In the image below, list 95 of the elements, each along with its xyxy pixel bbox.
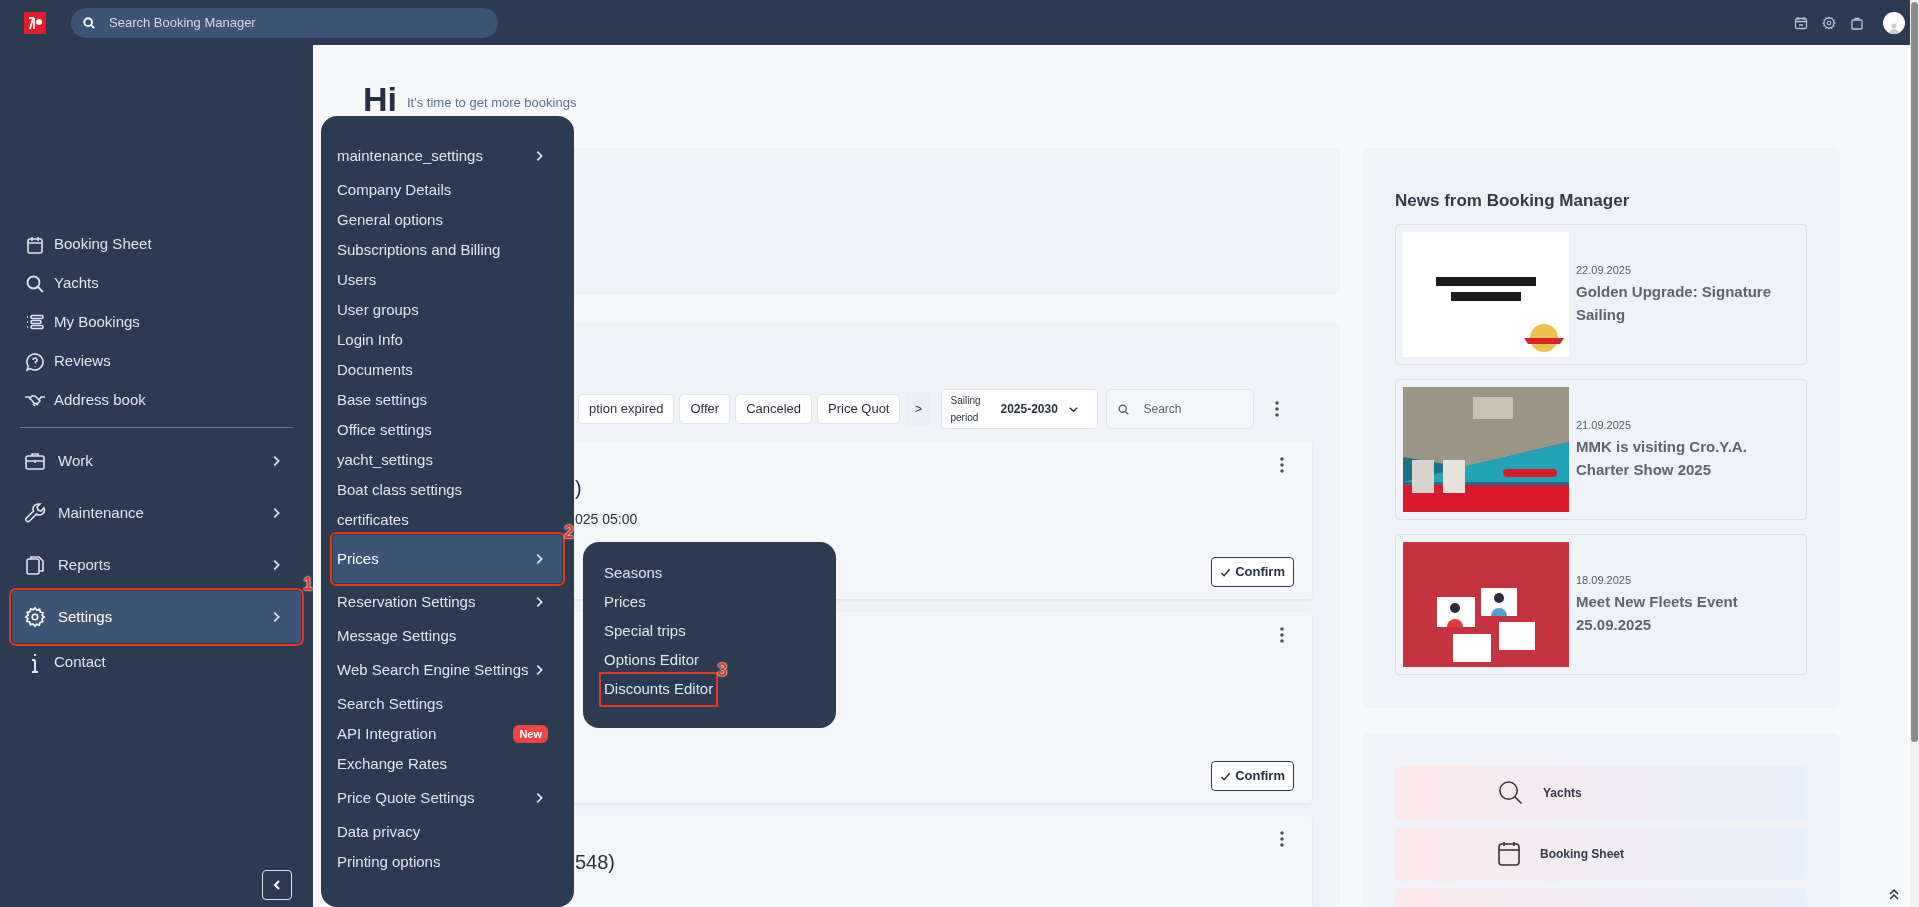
menu-item[interactable]: Office settings — [333, 415, 436, 445]
chat-question-icon — [25, 351, 45, 372]
more-options-icon[interactable] — [1280, 457, 1284, 473]
menu-item[interactable]: Printing options — [333, 847, 445, 877]
menu-item[interactable]: Message Settings — [333, 621, 461, 651]
scroll-to-top-icon[interactable] — [1888, 888, 1900, 900]
sailing-period-dropdown[interactable]: Sailing period 2025-2030 — [941, 389, 1099, 429]
search-icon — [1118, 404, 1130, 415]
booking-date: 025 05:00 — [575, 510, 638, 529]
check-icon — [1220, 770, 1232, 782]
sidebar-item[interactable]: Work — [12, 435, 301, 487]
news-headline: Golden Upgrade: Signature Sailing — [1576, 282, 1772, 326]
quick-link[interactable]: Yachts — [1395, 766, 1807, 820]
menu-item[interactable]: Subscriptions and Billing — [333, 235, 505, 265]
search-icon — [25, 273, 45, 294]
sidebar-item[interactable]: Yachts — [12, 264, 301, 303]
sidebar-item[interactable]: Booking Sheet — [12, 225, 301, 264]
sidebar-item[interactable]: Settings — [12, 591, 301, 643]
news-title: News from Booking Manager — [1395, 190, 1630, 212]
search-icon — [83, 16, 95, 29]
menu-item[interactable]: yacht_settings — [333, 445, 437, 475]
news-headline: MMK is visiting Cro.Y.A. Charter Show 2025 — [1576, 437, 1748, 481]
annotation-number: 3 — [717, 661, 728, 679]
filter-chip[interactable]: Offer — [679, 394, 731, 424]
booking-title: ) — [575, 476, 582, 501]
menu-item[interactable]: API Integration New — [333, 719, 562, 749]
shopping-bag-icon[interactable] — [1850, 15, 1864, 30]
search-field[interactable]: Search Booking Manager — [71, 7, 498, 38]
news-item[interactable]: 21.09.2025 MMK is visiting Cro.Y.A. Charter Show 2025 — [1395, 378, 1807, 520]
filter-chip[interactable]: Canceled — [735, 394, 813, 424]
submenu-item[interactable]: Special trips — [602, 617, 688, 646]
calendar-icon — [1498, 841, 1520, 867]
settings-icon[interactable] — [1822, 15, 1836, 30]
submenu-item[interactable]: Discounts Editor — [602, 675, 716, 704]
menu-item[interactable]: certificates — [333, 505, 413, 535]
briefcase-icon — [24, 451, 46, 471]
sidebar-item[interactable]: Address book — [12, 381, 301, 420]
calendar-icon[interactable] — [1794, 15, 1808, 30]
menu-item[interactable]: User groups — [333, 295, 423, 325]
sidebar-item[interactable]: Maintenance — [12, 487, 301, 539]
menu-item[interactable]: Documents — [333, 355, 417, 385]
info-icon — [29, 651, 41, 674]
menu-item[interactable]: General options — [333, 205, 447, 235]
check-icon — [1220, 566, 1232, 578]
avatar[interactable] — [1883, 11, 1905, 34]
menu-item[interactable]: Prices — [333, 535, 562, 583]
menu-item[interactable]: Users — [333, 265, 381, 295]
more-options-icon[interactable] — [1280, 831, 1284, 847]
calendar-icon — [25, 234, 45, 255]
annotation-number: 2 — [564, 523, 574, 541]
sidebar-item[interactable]: Reviews — [12, 342, 301, 381]
news-item[interactable]: 22.09.2025 Golden Upgrade: Signature Sailing — [1395, 223, 1807, 365]
confirm-button[interactable]: Confirm — [1211, 761, 1294, 791]
more-options-icon[interactable] — [1275, 401, 1280, 417]
sidebar-item[interactable]: My Bookings — [12, 303, 301, 342]
menu-item[interactable]: Boat class settings — [333, 475, 467, 505]
filter-chip[interactable]: Price Quot — [817, 394, 901, 424]
menu-item[interactable]: Exchange Rates — [333, 749, 452, 779]
greeting-subtitle: It's time to get more bookings — [407, 93, 577, 112]
menu-item[interactable]: maintenance_settings — [333, 137, 562, 175]
search-field[interactable]: Search — [1106, 389, 1255, 429]
wrench-icon — [24, 502, 46, 524]
submenu-item[interactable]: Seasons — [602, 559, 665, 588]
greeting-title: Hi — [363, 82, 397, 116]
menu-item[interactable]: Search Settings — [333, 689, 447, 719]
person-silhouette-icon — [1888, 21, 1900, 34]
menu-item[interactable]: Price Quote Settings — [333, 779, 562, 817]
news-item[interactable]: 18.09.2025 Meet New Fleets Event 25.09.2025 — [1395, 533, 1807, 675]
search-icon — [1498, 780, 1523, 806]
news-date: 21.09.2025 — [1576, 417, 1633, 433]
news-date: 22.09.2025 — [1576, 262, 1633, 278]
submenu-item[interactable]: Options Editor — [602, 646, 702, 675]
quick-link[interactable]: Booking Sheet — [1395, 826, 1807, 881]
menu-item[interactable]: Web Search Engine Settings — [333, 651, 562, 689]
more-options-icon[interactable] — [1280, 627, 1284, 643]
menu-item[interactable]: Base settings — [333, 385, 432, 415]
new-badge: New — [513, 724, 548, 744]
menu-item[interactable]: Reservation Settings — [333, 583, 562, 621]
sidebar-item[interactable]: Reports — [12, 539, 301, 591]
menu-item[interactable]: Data privacy — [333, 817, 425, 847]
booking-title: 548) — [575, 850, 616, 875]
annotation-number: 1 — [303, 575, 313, 593]
collapse-sidebar-button[interactable] — [262, 870, 292, 900]
sidebar-item[interactable]: Contact — [12, 643, 301, 682]
filter-chip[interactable]: ption expired — [578, 394, 675, 424]
news-headline: Meet New Fleets Event 25.09.2025 — [1576, 592, 1739, 636]
submenu-item[interactable]: Prices — [602, 588, 648, 617]
settings-icon — [24, 606, 46, 628]
documents-icon — [24, 554, 46, 576]
menu-item[interactable]: Company Details — [333, 175, 456, 205]
chevron-left-icon — [271, 879, 283, 891]
menu-item[interactable]: Login Info — [333, 325, 407, 355]
logo-icon — [24, 11, 46, 34]
confirm-button[interactable]: Confirm — [1211, 557, 1294, 587]
news-date: 18.09.2025 — [1576, 572, 1633, 588]
